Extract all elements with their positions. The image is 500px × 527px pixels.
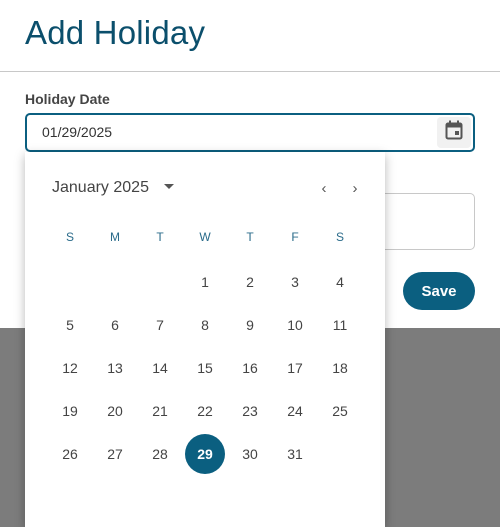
weekday-header: S bbox=[65, 230, 74, 244]
calendar-day[interactable]: 14 bbox=[140, 348, 180, 388]
calendar-day[interactable]: 9 bbox=[230, 305, 270, 345]
calendar-day[interactable]: 2 bbox=[230, 262, 270, 302]
weekday-header: S bbox=[335, 230, 344, 244]
calendar-day[interactable]: 11 bbox=[320, 305, 360, 345]
save-button[interactable]: Save bbox=[403, 272, 475, 310]
calendar-day[interactable]: 20 bbox=[95, 391, 135, 431]
calendar-day[interactable]: 3 bbox=[275, 262, 315, 302]
calendar-day[interactable]: 8 bbox=[185, 305, 225, 345]
calendar-day[interactable]: 16 bbox=[230, 348, 270, 388]
calendar-icon bbox=[445, 120, 463, 145]
weekday-header: M bbox=[110, 230, 120, 244]
calendar-toggle-button[interactable] bbox=[437, 117, 471, 148]
holiday-date-label: Holiday Date bbox=[25, 91, 110, 107]
calendar-day[interactable]: 19 bbox=[50, 391, 90, 431]
month-year-selector[interactable]: January 2025 bbox=[52, 179, 149, 197]
weekday-header: W bbox=[199, 230, 211, 244]
holiday-date-input[interactable]: 01/29/2025 bbox=[25, 113, 475, 152]
calendar-day[interactable]: 18 bbox=[320, 348, 360, 388]
calendar-day[interactable]: 1 bbox=[185, 262, 225, 302]
calendar-day[interactable]: 13 bbox=[95, 348, 135, 388]
calendar-day[interactable]: 31 bbox=[275, 434, 315, 474]
calendar-day[interactable]: 26 bbox=[50, 434, 90, 474]
weekday-header: F bbox=[291, 230, 299, 244]
weekday-header: T bbox=[156, 230, 164, 244]
calendar-day[interactable]: 6 bbox=[95, 305, 135, 345]
chevron-right-icon[interactable]: › bbox=[345, 178, 365, 198]
chevron-down-icon[interactable] bbox=[164, 184, 174, 189]
page-title: Add Holiday bbox=[25, 14, 206, 51]
chevron-left-icon[interactable]: ‹ bbox=[314, 178, 334, 198]
calendar-day[interactable]: 7 bbox=[140, 305, 180, 345]
calendar-day[interactable]: 27 bbox=[95, 434, 135, 474]
calendar-day[interactable]: 28 bbox=[140, 434, 180, 474]
description-field[interactable] bbox=[370, 193, 475, 250]
calendar-day[interactable]: 25 bbox=[320, 391, 360, 431]
selected-day[interactable]: 29 bbox=[185, 434, 225, 474]
calendar-day[interactable]: 22 bbox=[185, 391, 225, 431]
date-picker-popup: January 2025 ‹ › SMTWTFS 1 2 3 4 5 6 7 8 9 10 11 12… bbox=[25, 152, 385, 527]
calendar-day[interactable]: 21 bbox=[140, 391, 180, 431]
weekday-header: T bbox=[246, 230, 254, 244]
calendar-day[interactable]: 5 bbox=[50, 305, 90, 345]
calendar-day[interactable]: 23 bbox=[230, 391, 270, 431]
holiday-date-value[interactable]: 01/29/2025 bbox=[42, 124, 112, 140]
calendar-day[interactable]: 24 bbox=[275, 391, 315, 431]
calendar-day[interactable]: 15 bbox=[185, 348, 225, 388]
calendar-day[interactable]: 10 bbox=[275, 305, 315, 345]
calendar-day[interactable]: 17 bbox=[275, 348, 315, 388]
calendar-day[interactable]: 12 bbox=[50, 348, 90, 388]
calendar-day[interactable]: 4 bbox=[320, 262, 360, 302]
title-divider bbox=[0, 71, 500, 72]
calendar-day[interactable]: 30 bbox=[230, 434, 270, 474]
